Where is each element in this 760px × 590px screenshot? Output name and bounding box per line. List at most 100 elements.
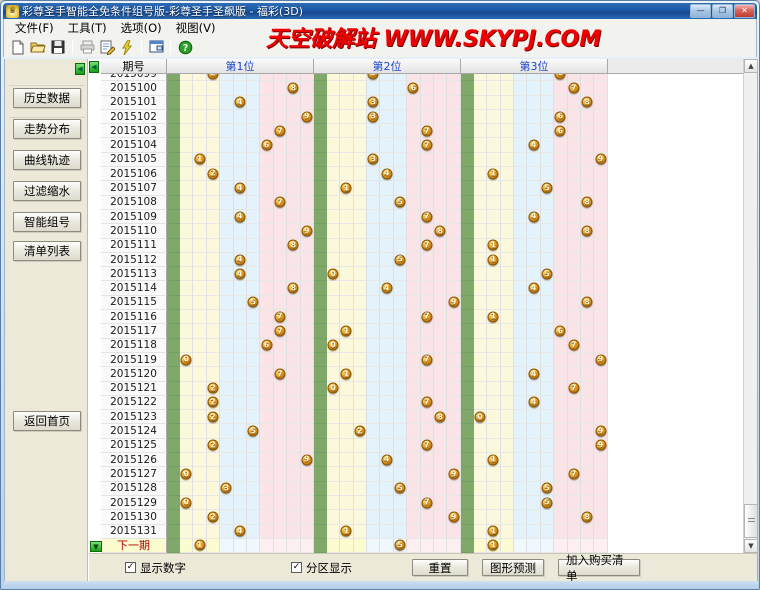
grid-cell[interactable]: [581, 396, 594, 410]
grid-cell[interactable]: [474, 124, 487, 138]
table-row[interactable]: 2015115598: [101, 296, 743, 310]
grid-cell[interactable]: [568, 310, 581, 324]
grid-cell[interactable]: [434, 138, 447, 152]
grid-cell[interactable]: [541, 525, 554, 539]
grid-cell[interactable]: [581, 253, 594, 267]
grid-cell[interactable]: [234, 310, 247, 324]
grid-cell[interactable]: [340, 267, 353, 281]
grid-cell[interactable]: [180, 525, 193, 539]
grid-cell[interactable]: [180, 124, 193, 138]
table-row[interactable]: 2015109474: [101, 210, 743, 224]
grid-cell[interactable]: [394, 382, 407, 396]
grid-cell[interactable]: [327, 424, 340, 438]
grid-cell[interactable]: [380, 367, 393, 381]
grid-cell[interactable]: [327, 253, 340, 267]
grid-cell[interactable]: [501, 210, 514, 224]
grid-cell[interactable]: [247, 181, 260, 195]
grid-cell[interactable]: [207, 339, 220, 353]
grid-cell[interactable]: [581, 353, 594, 367]
table-row[interactable]: 2015126941: [101, 453, 743, 467]
grid-cell[interactable]: [554, 81, 567, 95]
grid-cell[interactable]: [180, 181, 193, 195]
grid-cell[interactable]: [541, 467, 554, 481]
grid-cell[interactable]: 7: [421, 239, 434, 253]
lightning-icon[interactable]: [118, 39, 136, 56]
table-row[interactable]: 2015113405: [101, 267, 743, 281]
grid-cell[interactable]: [287, 324, 300, 338]
grid-cell[interactable]: [367, 410, 380, 424]
grid-cell[interactable]: [501, 296, 514, 310]
grid-cell[interactable]: [394, 124, 407, 138]
grid-cell[interactable]: [541, 253, 554, 267]
grid-cell[interactable]: [421, 74, 434, 81]
grid-cell[interactable]: [354, 138, 367, 152]
grid-cell[interactable]: [594, 124, 607, 138]
table-row[interactable]: 2015125279: [101, 439, 743, 453]
grid-cell[interactable]: [514, 424, 527, 438]
grid-cell[interactable]: [474, 224, 487, 238]
grid-cell[interactable]: [447, 124, 460, 138]
grid-cell[interactable]: [514, 239, 527, 253]
grid-cell[interactable]: [394, 439, 407, 453]
grid-cell[interactable]: [220, 96, 233, 110]
grid-cell[interactable]: 7: [568, 382, 581, 396]
grid-cell[interactable]: [568, 138, 581, 152]
grid-cell[interactable]: [581, 496, 594, 510]
grid-cell[interactable]: [260, 353, 273, 367]
grid-cell[interactable]: [287, 96, 300, 110]
grid-cell[interactable]: [274, 210, 287, 224]
grid-cell[interactable]: [421, 196, 434, 210]
grid-cell[interactable]: [487, 367, 500, 381]
grid-cell[interactable]: [247, 382, 260, 396]
grid-cell[interactable]: 7: [274, 124, 287, 138]
grid-cell[interactable]: [301, 153, 314, 167]
grid-cell[interactable]: [421, 482, 434, 496]
grid-cell[interactable]: [340, 453, 353, 467]
grid-cell[interactable]: [367, 281, 380, 295]
grid-cell[interactable]: 8: [581, 96, 594, 110]
grid-cell[interactable]: [193, 324, 206, 338]
grid-cell[interactable]: [554, 210, 567, 224]
grid-cell[interactable]: [327, 539, 340, 553]
grid-cell[interactable]: [234, 496, 247, 510]
grid-cell[interactable]: [487, 196, 500, 210]
grid-cell[interactable]: [487, 81, 500, 95]
grid-cell[interactable]: [367, 367, 380, 381]
grid-cell[interactable]: [581, 167, 594, 181]
grid-cell[interactable]: [180, 510, 193, 524]
grid-cell[interactable]: [367, 510, 380, 524]
table-row[interactable]: 2015124529: [101, 424, 743, 438]
grid-cell[interactable]: [421, 510, 434, 524]
grid-cell[interactable]: [514, 396, 527, 410]
grid-cell[interactable]: 2: [354, 424, 367, 438]
grid-cell[interactable]: [394, 224, 407, 238]
grid-cell[interactable]: [260, 239, 273, 253]
grid-cell[interactable]: [367, 467, 380, 481]
grid-cell[interactable]: 2: [207, 396, 220, 410]
grid-cell[interactable]: [234, 339, 247, 353]
grid-cell[interactable]: [234, 281, 247, 295]
grid-cell[interactable]: [354, 153, 367, 167]
grid-cell[interactable]: 5: [394, 253, 407, 267]
grid-cell[interactable]: [514, 310, 527, 324]
grid-cell[interactable]: [247, 453, 260, 467]
grid-cell[interactable]: [541, 81, 554, 95]
grid-cell[interactable]: 4: [527, 281, 540, 295]
grid-cell[interactable]: [180, 453, 193, 467]
grid-cell[interactable]: [367, 439, 380, 453]
menu-view[interactable]: 视图(V): [169, 19, 223, 37]
grid-cell[interactable]: [260, 367, 273, 381]
grid-cell[interactable]: [487, 210, 500, 224]
grid-cell[interactable]: [421, 453, 434, 467]
grid-cell[interactable]: [260, 482, 273, 496]
grid-cell[interactable]: [541, 539, 554, 553]
grid-cell[interactable]: [354, 110, 367, 124]
grid-cell[interactable]: [581, 181, 594, 195]
grid-cell[interactable]: [327, 96, 340, 110]
grid-cell[interactable]: 6: [554, 74, 567, 81]
grid-cell[interactable]: [220, 367, 233, 381]
grid-cell[interactable]: [527, 539, 540, 553]
grid-cell[interactable]: [501, 167, 514, 181]
grid-cell[interactable]: [394, 281, 407, 295]
grid-cell[interactable]: [514, 81, 527, 95]
